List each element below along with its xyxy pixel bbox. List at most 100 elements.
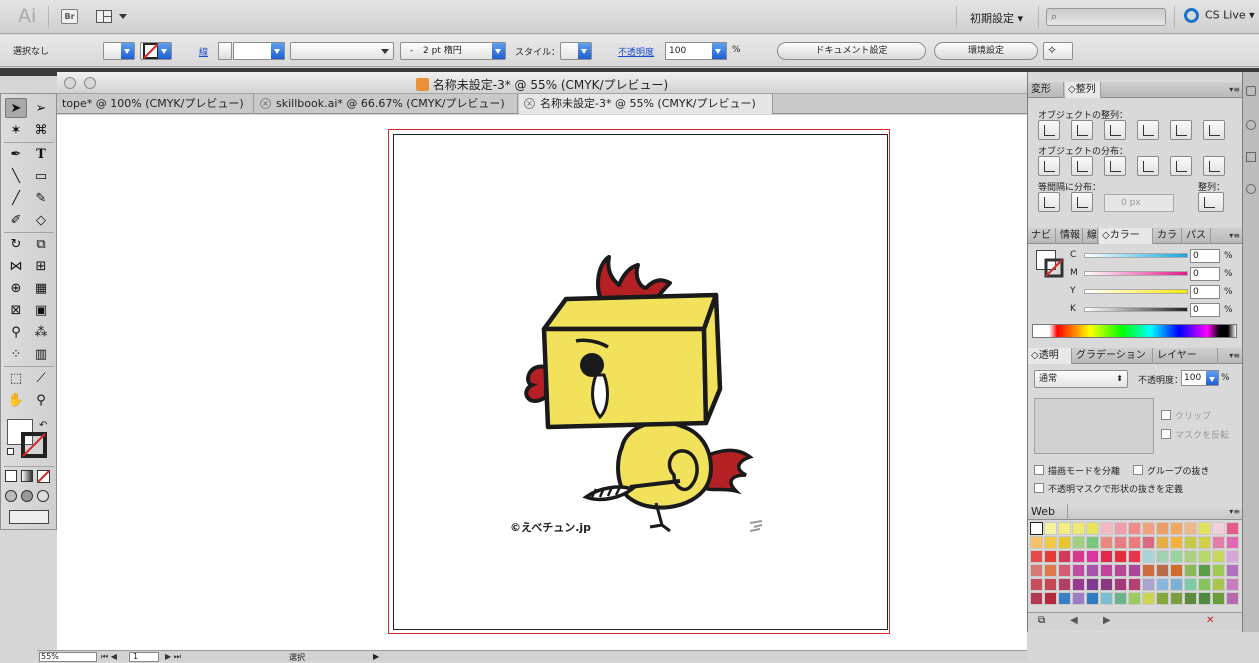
tab-transparency[interactable]: ◇透明 — [1028, 348, 1072, 364]
align-vertical-center-icon[interactable] — [1170, 120, 1192, 140]
color-swatch[interactable] — [1170, 578, 1183, 591]
color-swatch[interactable] — [1170, 564, 1183, 577]
paintbrush-tool-icon[interactable]: ╱ — [5, 188, 27, 208]
panel-menu-icon[interactable]: ▾≡ — [1229, 351, 1240, 360]
color-swatch[interactable] — [1114, 564, 1127, 577]
graphic-style-dropdown[interactable] — [560, 42, 592, 60]
color-swatch[interactable] — [1044, 592, 1057, 605]
width-tool-icon[interactable]: ⋈ — [5, 256, 27, 276]
close-tab-icon[interactable]: × — [260, 98, 271, 109]
align-top-icon[interactable] — [1137, 120, 1159, 140]
color-swatch[interactable] — [1226, 536, 1239, 549]
draw-behind-icon[interactable] — [21, 490, 33, 502]
slice-tool-icon[interactable]: ⟋ — [30, 368, 52, 388]
magenta-input[interactable]: 0 — [1190, 267, 1220, 281]
default-colors-icon[interactable] — [7, 448, 14, 455]
color-swatch[interactable] — [1072, 592, 1085, 605]
color-swatch[interactable] — [1086, 578, 1099, 591]
column-graph-tool-icon[interactable]: ▥ — [30, 344, 52, 364]
cyan-input[interactable]: 0 — [1190, 249, 1220, 263]
color-swatch[interactable] — [1156, 522, 1169, 535]
color-swatch[interactable] — [1128, 550, 1141, 563]
select-similar-dropdown[interactable]: ✧ — [1043, 42, 1073, 60]
color-swatch[interactable] — [1058, 536, 1071, 549]
cyan-slider[interactable] — [1084, 253, 1188, 258]
tab-untitled-3[interactable]: × 名称未設定-3* @ 55% (CMYK/プレビュー) — [519, 94, 773, 114]
arrange-documents-chevron-icon[interactable] — [119, 14, 127, 19]
color-swatch[interactable] — [1142, 592, 1155, 605]
draw-inside-icon[interactable] — [37, 490, 49, 502]
scale-tool-icon[interactable]: ⧉ — [30, 234, 52, 254]
color-swatch[interactable] — [1044, 522, 1057, 535]
collapsed-panel-icon[interactable] — [1246, 184, 1256, 194]
previous-library-icon[interactable]: ◀ — [1070, 615, 1078, 626]
color-swatch[interactable] — [1086, 564, 1099, 577]
tab-color-guide[interactable]: カラ — [1154, 228, 1182, 244]
color-swatch[interactable] — [1212, 564, 1225, 577]
color-swatch[interactable] — [1114, 578, 1127, 591]
align-left-icon[interactable] — [1038, 120, 1060, 140]
stroke-weight-stepper[interactable] — [218, 42, 232, 60]
color-swatch[interactable] — [1100, 578, 1113, 591]
color-swatch[interactable] — [1198, 564, 1211, 577]
color-swatch[interactable] — [1030, 564, 1043, 577]
distribute-bottom-icon[interactable] — [1104, 156, 1126, 176]
none-mode-icon[interactable] — [37, 470, 50, 483]
pencil-tool-icon[interactable]: ✎ — [30, 188, 52, 208]
color-stroke-swatch-icon[interactable] — [1044, 258, 1064, 278]
opacity-label[interactable]: 不透明度 — [618, 45, 654, 58]
vertical-distribute-space-icon[interactable] — [1038, 192, 1060, 212]
tab-layers[interactable]: レイヤー — [1154, 348, 1218, 364]
tab-tope[interactable]: tope* @ 100% (CMYK/プレビュー) — [57, 94, 254, 114]
screen-mode-icon[interactable] — [9, 510, 49, 524]
stroke-color-dropdown[interactable] — [140, 42, 172, 60]
next-library-icon[interactable]: ▶ — [1103, 615, 1111, 626]
blend-mode-dropdown[interactable]: 通常 ⬍ — [1034, 370, 1128, 388]
color-swatch[interactable] — [1114, 522, 1127, 535]
align-to-selection-icon[interactable] — [1198, 192, 1224, 212]
type-tool-icon[interactable]: T — [30, 144, 52, 164]
arrange-documents-icon[interactable] — [96, 10, 112, 23]
align-right-icon[interactable] — [1104, 120, 1126, 140]
color-swatch[interactable] — [1156, 578, 1169, 591]
swap-fill-stroke-icon[interactable]: ↶ — [39, 420, 47, 431]
color-mode-icon[interactable] — [5, 470, 17, 482]
color-swatch[interactable] — [1226, 522, 1239, 535]
tab-navigator[interactable]: ナビ — [1028, 228, 1056, 244]
panel-opacity-input[interactable]: 100 — [1181, 370, 1219, 386]
clip-checkbox[interactable]: クリップ — [1161, 409, 1211, 422]
color-swatch[interactable] — [1128, 578, 1141, 591]
color-swatch[interactable] — [1030, 578, 1043, 591]
workspace-switcher[interactable]: 初期設定 ▾ — [970, 10, 1023, 26]
color-swatch[interactable] — [1058, 592, 1071, 605]
collapsed-panel-icon[interactable] — [1246, 152, 1256, 162]
opacity-mask-knockout-checkbox[interactable]: 不透明マスクで形状の抜きを定義 — [1034, 482, 1183, 495]
distribute-top-icon[interactable] — [1038, 156, 1060, 176]
color-swatch[interactable] — [1030, 592, 1043, 605]
panel-menu-icon[interactable]: ▾≡ — [1229, 507, 1240, 516]
color-swatch[interactable] — [1170, 592, 1183, 605]
free-transform-tool-icon[interactable]: ⊞ — [30, 256, 52, 276]
color-swatch[interactable] — [1184, 536, 1197, 549]
color-swatch[interactable] — [1212, 592, 1225, 605]
yellow-input[interactable]: 0 — [1190, 285, 1220, 299]
color-swatch[interactable] — [1226, 550, 1239, 563]
artboard-tool-icon[interactable]: ⬚ — [5, 368, 27, 388]
horizontal-distribute-space-icon[interactable] — [1071, 192, 1093, 212]
lasso-tool-icon[interactable]: ⌘ — [30, 120, 52, 140]
collapsed-panel-icon[interactable] — [1246, 120, 1256, 130]
variable-width-profile-dropdown[interactable] — [290, 42, 394, 60]
help-search-input[interactable]: ⌕ — [1046, 8, 1166, 26]
collapsed-panel-icon[interactable] — [1246, 86, 1256, 96]
distribute-right-icon[interactable] — [1203, 156, 1225, 176]
color-swatch[interactable] — [1142, 550, 1155, 563]
color-swatch[interactable] — [1212, 536, 1225, 549]
color-swatch[interactable] — [1128, 522, 1141, 535]
color-swatch[interactable] — [1030, 522, 1043, 535]
color-swatch[interactable] — [1072, 536, 1085, 549]
knockout-group-checkbox[interactable]: グループの抜き — [1133, 464, 1209, 477]
color-swatch[interactable] — [1128, 592, 1141, 605]
opacity-input[interactable]: 100 — [665, 42, 727, 60]
color-swatch[interactable] — [1212, 550, 1225, 563]
color-swatch[interactable] — [1058, 550, 1071, 563]
